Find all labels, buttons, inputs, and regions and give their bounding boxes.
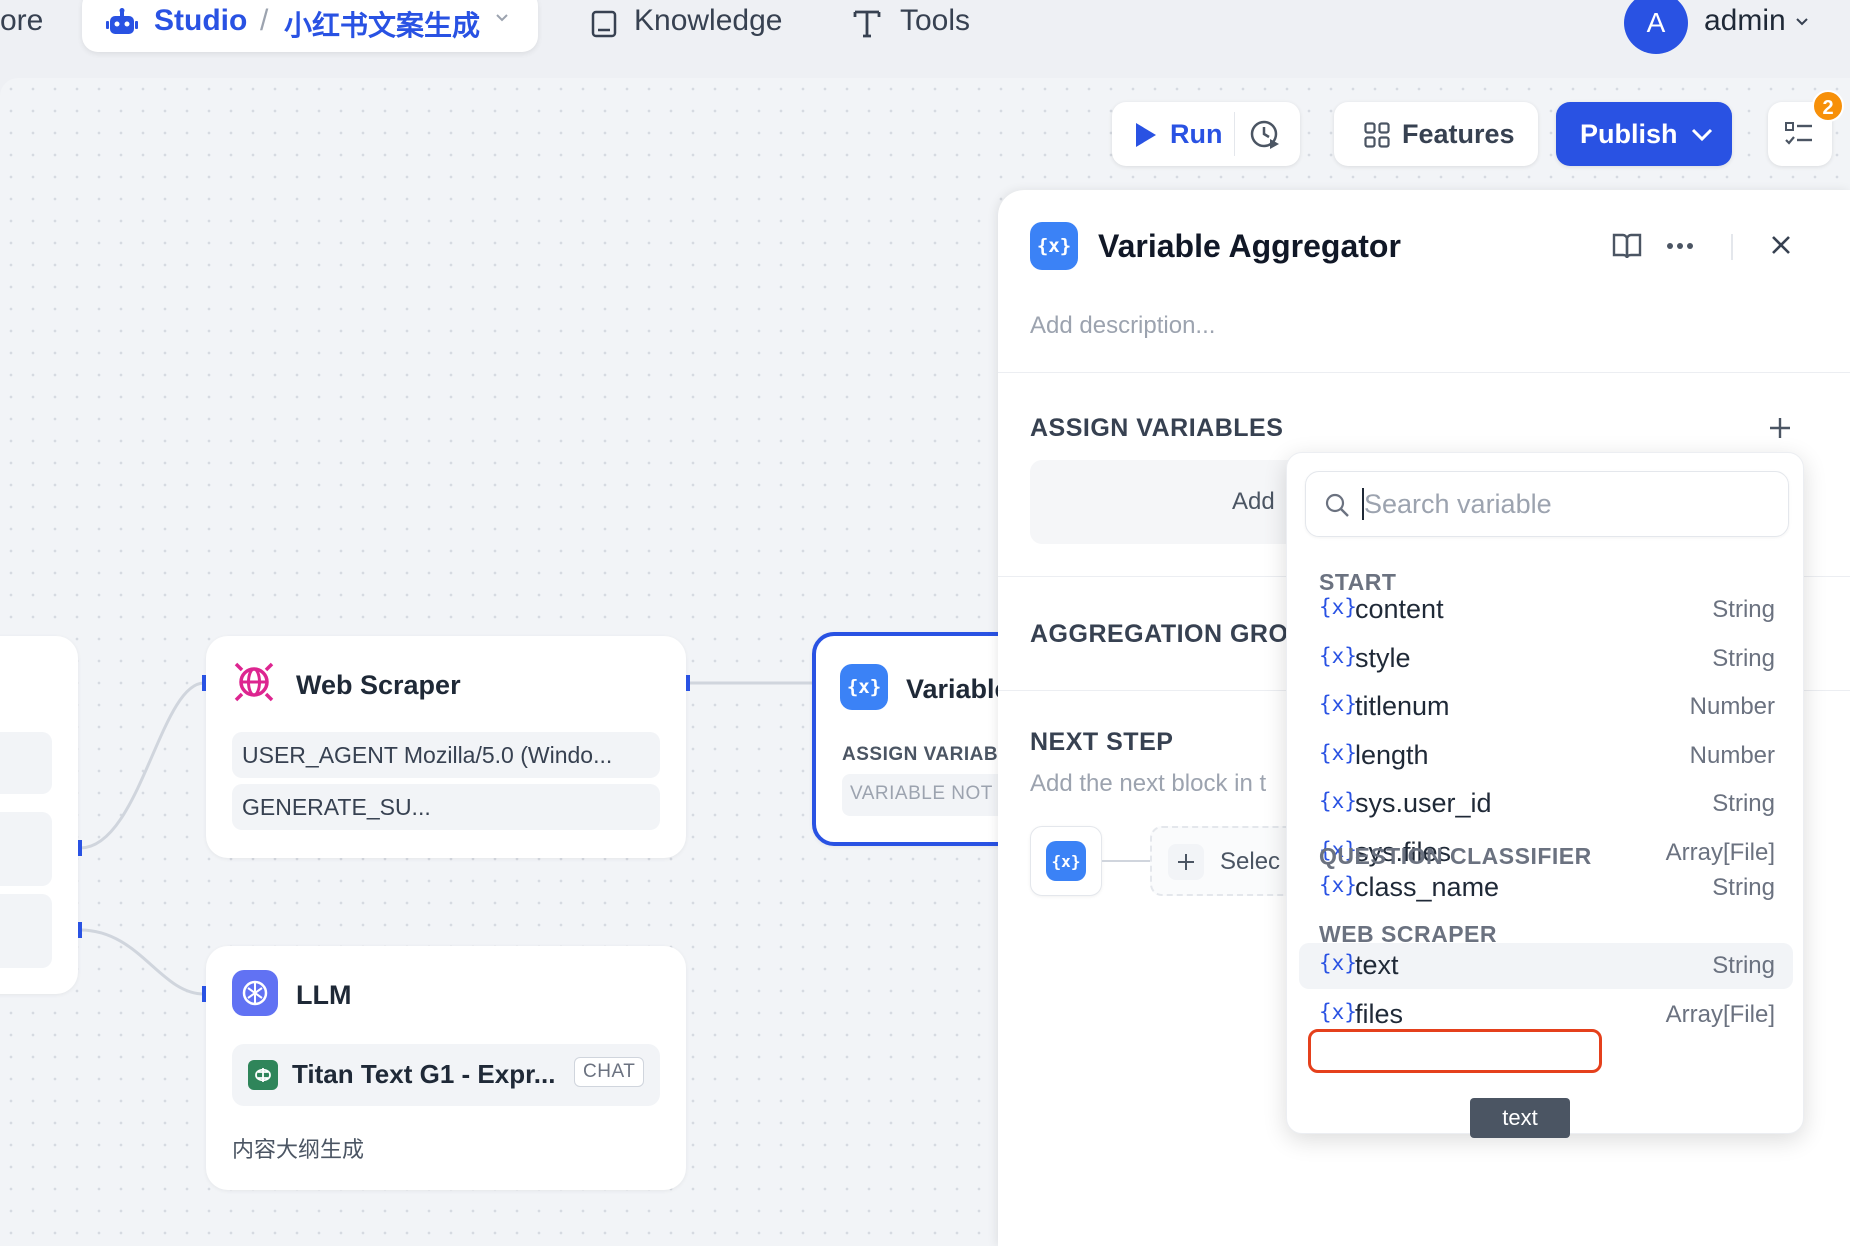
- more-icon[interactable]: [1666, 242, 1694, 250]
- variable-option[interactable]: {x} length Number: [1299, 733, 1793, 779]
- assign-variables-title: ASSIGN VARIABLES: [1030, 414, 1284, 442]
- input-port[interactable]: [202, 986, 206, 1002]
- grid-icon: [1364, 122, 1390, 148]
- variable-icon: {x}: [1319, 643, 1357, 668]
- variable-name: sys.user_id: [1355, 788, 1492, 818]
- output-port[interactable]: [78, 922, 82, 938]
- variable-option[interactable]: {x} titlenum Number: [1299, 684, 1793, 730]
- variable-node-title: Variable: [906, 674, 1010, 704]
- play-icon: [1136, 123, 1156, 147]
- output-port[interactable]: [78, 840, 82, 856]
- variable-type: String: [1712, 644, 1775, 672]
- checklist-badge: 2: [1812, 90, 1844, 122]
- search-icon: [1325, 493, 1349, 517]
- node-param-row: USER_AGENT Mozilla/5.0 (Windo...: [232, 732, 660, 778]
- variable-name: class_name: [1355, 872, 1500, 902]
- description-input[interactable]: Add description...: [1030, 312, 1215, 340]
- publish-button[interactable]: Publish: [1556, 102, 1732, 166]
- output-port[interactable]: [686, 675, 690, 691]
- assign-variables-label: ASSIGN VARIAB: [842, 744, 999, 765]
- node-param-row: GENERATE_SU...: [232, 784, 660, 830]
- divider: [998, 372, 1850, 373]
- variable-name: titlenum: [1355, 691, 1450, 721]
- start-node-partial[interactable]: [0, 636, 78, 994]
- variable-name: content: [1355, 594, 1444, 624]
- close-icon[interactable]: [1770, 234, 1792, 256]
- variable-type: Number: [1689, 741, 1775, 769]
- panel-title[interactable]: Variable Aggregator: [1098, 228, 1401, 265]
- variable-type: String: [1712, 790, 1775, 817]
- variable-option[interactable]: {x} style String: [1299, 636, 1793, 682]
- book-open-icon[interactable]: [1612, 232, 1642, 260]
- search-variable-input[interactable]: [1364, 484, 1764, 524]
- next-step-description: Add the next block in t: [1030, 770, 1267, 797]
- llm-title: LLM: [296, 980, 352, 1010]
- variable-icon: {x}: [1319, 692, 1357, 716]
- variable-icon: {x}: [1319, 595, 1357, 619]
- variable-icon: {x}: [1319, 789, 1357, 813]
- variable-type: Number: [1689, 693, 1775, 720]
- model-selector[interactable]: Titan Text G1 - Expr... CHAT: [232, 1044, 660, 1106]
- next-step-title: NEXT STEP: [1030, 728, 1174, 756]
- model-name: Titan Text G1 - Expr...: [292, 1059, 556, 1089]
- variable-type: String: [1712, 596, 1775, 623]
- variable-icon: {x}: [1319, 740, 1357, 765]
- web-scraper-node[interactable]: Web Scraper USER_AGENT Mozilla/5.0 (Wind…: [206, 636, 686, 858]
- input-port[interactable]: [202, 675, 206, 691]
- variable-option[interactable]: {x} text String: [1299, 943, 1793, 989]
- variable-option[interactable]: {x} class_name String: [1299, 865, 1793, 911]
- plus-icon: [1178, 854, 1194, 870]
- web-scraper-title: Web Scraper: [296, 670, 461, 700]
- variable-name: style: [1355, 642, 1411, 673]
- llm-icon: [232, 970, 278, 1016]
- current-node-chip: {x}: [1030, 826, 1102, 896]
- variable-option[interactable]: {x} sys.user_id String: [1299, 781, 1793, 827]
- variable-type: Array[File]: [1665, 838, 1775, 866]
- model-provider-icon: [248, 1060, 278, 1090]
- variable-icon: {x}: [840, 664, 888, 710]
- run-group: Run: [1112, 102, 1300, 166]
- variable-icon: {x}: [1319, 873, 1357, 897]
- variable-type: Array[File]: [1665, 1000, 1775, 1028]
- variable-icon: {x}: [1319, 999, 1357, 1024]
- variable-name: files: [1355, 998, 1404, 1029]
- tooltip: text: [1470, 1098, 1570, 1138]
- variable-name: length: [1355, 739, 1429, 770]
- variable-type: String: [1712, 874, 1775, 901]
- web-scraper-icon: [234, 662, 274, 702]
- search-box: [1305, 471, 1789, 537]
- features-button[interactable]: Features: [1334, 102, 1538, 166]
- llm-description: 内容大纲生成: [232, 1137, 365, 1162]
- variable-name: text: [1355, 950, 1399, 980]
- checklist-icon: [1785, 122, 1812, 145]
- llm-node[interactable]: LLM Titan Text G1 - Expr... CHAT 内容大纲生成: [206, 946, 686, 1190]
- variable-icon: {x}: [1319, 951, 1357, 975]
- highlight-annotation: [1308, 1029, 1602, 1073]
- aggregation-group-title: AGGREGATION GROU: [1030, 620, 1307, 648]
- variable-option[interactable]: {x} content String: [1299, 587, 1793, 633]
- variable-type: String: [1712, 952, 1775, 979]
- chevron-down-icon: [1691, 128, 1713, 142]
- variable-aggregator-icon: {x}: [1030, 222, 1078, 270]
- checklist-button[interactable]: 2: [1768, 90, 1844, 166]
- plus-icon[interactable]: [1768, 416, 1792, 440]
- mode-badge: CHAT: [574, 1057, 645, 1087]
- run-button[interactable]: Run: [1112, 102, 1234, 166]
- run-history-icon[interactable]: [1248, 118, 1282, 152]
- variable-icon: {x}: [1046, 841, 1086, 881]
